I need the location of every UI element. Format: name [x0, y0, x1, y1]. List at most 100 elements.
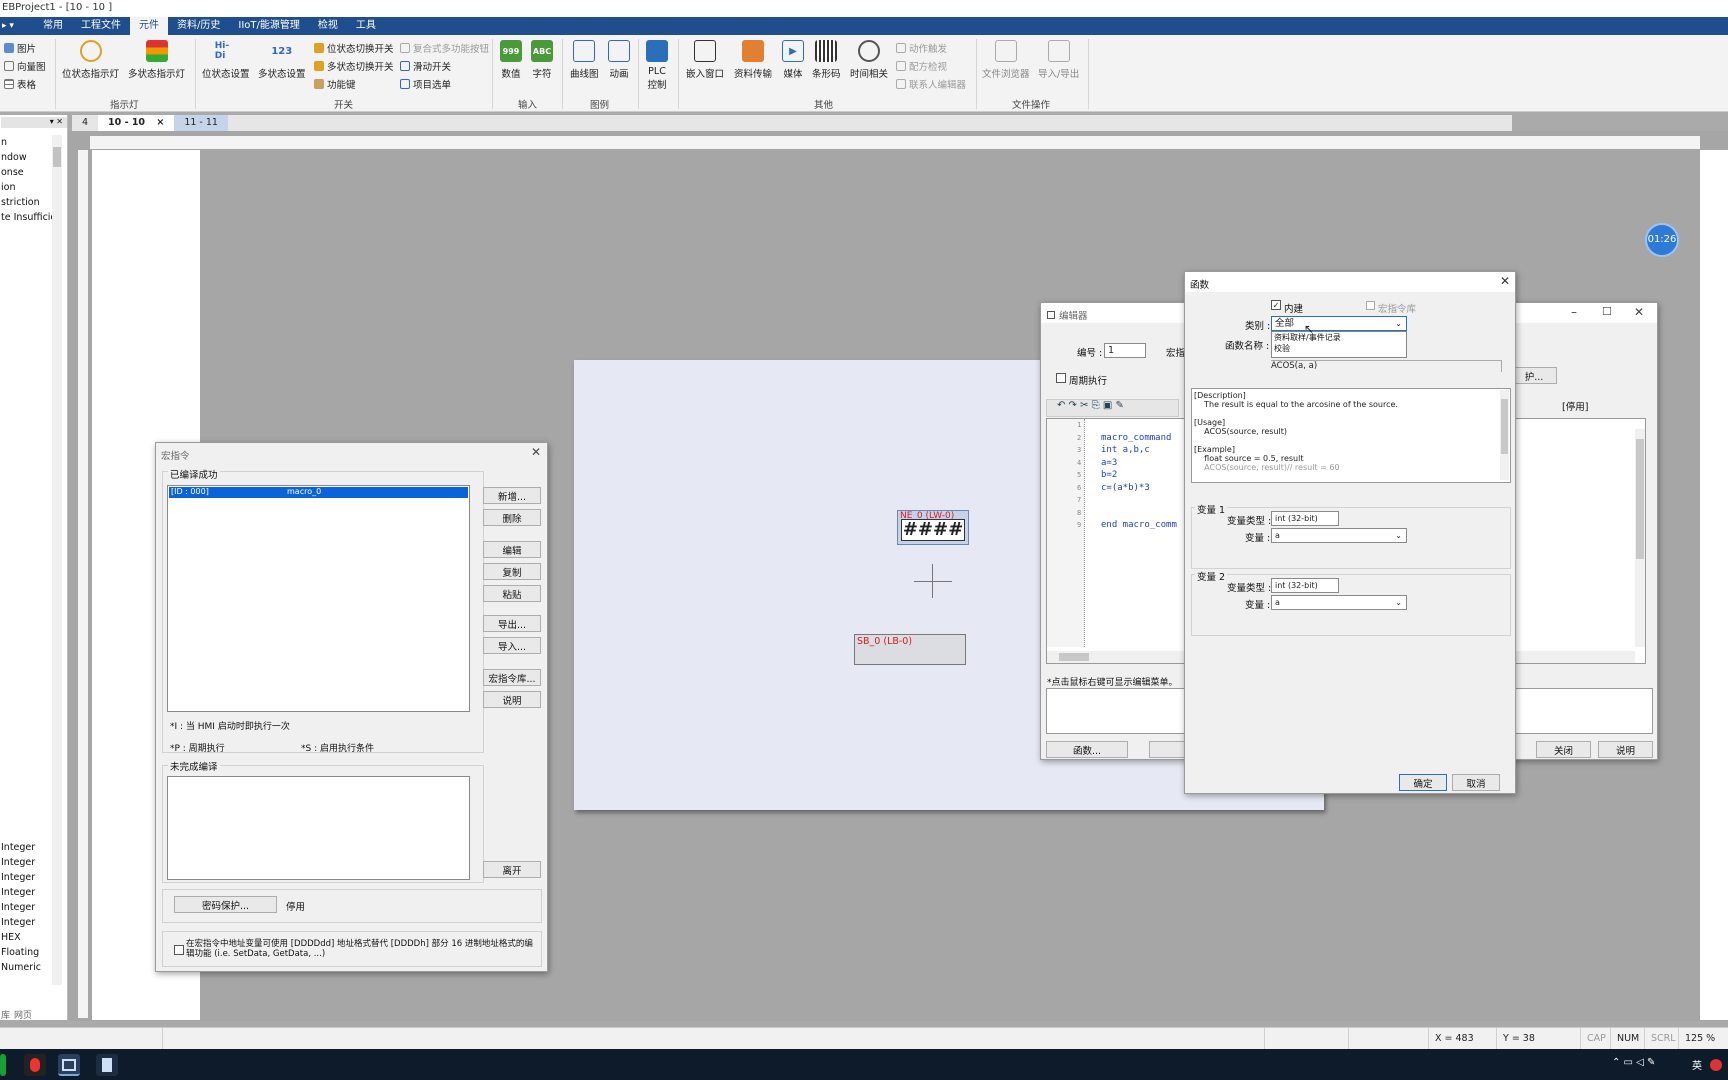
bit-set-button[interactable]: Hi-Di 位状态设置	[202, 40, 250, 80]
menu-iiot[interactable]: IIoT/能源管理	[229, 17, 309, 35]
zoom-level[interactable]: 125 %	[1678, 1028, 1728, 1050]
variable1-type[interactable]: int (32-bit)	[1271, 511, 1339, 526]
hidden-button[interactable]	[1149, 741, 1189, 758]
variable2-select[interactable]: a ⌄	[1271, 595, 1407, 610]
edit-button[interactable]: 编辑	[483, 541, 541, 558]
numeric-button[interactable]: 999 数值	[500, 40, 522, 80]
list-item[interactable]: HEX	[1, 932, 21, 943]
item-list-button[interactable]: 项目选单	[400, 77, 451, 91]
uncompiled-list[interactable]	[167, 776, 470, 880]
file-browser-button[interactable]: 文件浏览器	[982, 40, 1030, 80]
list-item[interactable]: [ID : 000] macro_0	[169, 487, 468, 498]
numeric-object[interactable]: NE_0 (LW-0) ####	[897, 510, 969, 545]
edit-toolbar[interactable]: ↶ ↷ ✂ ⎘ ▣ ✎	[1046, 399, 1179, 417]
cancel-button[interactable]: 取消	[1452, 774, 1500, 791]
scrollbar[interactable]	[52, 135, 62, 985]
panel-header[interactable]: ▾ ✕	[1, 117, 67, 128]
easybuilder-icon[interactable]	[58, 1054, 80, 1076]
list-item[interactable]: n	[1, 137, 7, 148]
barcode-button[interactable]: 条形码	[812, 40, 841, 80]
list-item[interactable]: Integer	[1, 887, 35, 898]
variable1-select[interactable]: a ⌄	[1271, 528, 1407, 543]
menu-tools[interactable]: 工具	[347, 17, 385, 35]
function-button[interactable]: 函数...	[1046, 741, 1128, 758]
close-icon[interactable]: ✕	[531, 445, 541, 459]
scrollbar-thumb[interactable]	[1501, 399, 1508, 454]
scrollbar-thumb[interactable]	[1059, 653, 1089, 661]
picture-button[interactable]: 图片	[4, 41, 36, 55]
plc-control-button[interactable]: PLC 控制	[642, 40, 672, 91]
periodic-checkbox[interactable]	[1056, 373, 1066, 383]
data-transfer-button[interactable]: 资料传输	[734, 40, 772, 80]
import-button[interactable]: 导入...	[483, 637, 541, 654]
notification-icon[interactable]	[1710, 1059, 1722, 1071]
switch-object[interactable]: SB_0 (LB-0)	[854, 634, 966, 665]
time-button[interactable]: 时间相关	[850, 40, 888, 80]
leave-button[interactable]: 离开	[483, 861, 541, 878]
contact-editor-button[interactable]: 联系人编辑器	[896, 77, 966, 91]
list-item[interactable]: Numeric	[1, 962, 41, 973]
panel-tab-library[interactable]: 库	[1, 1008, 10, 1021]
tab-prev[interactable]: 4	[72, 115, 98, 131]
builtin-checkbox[interactable]: ✓	[1271, 300, 1281, 310]
bit-switch-button[interactable]: 位状态切换开关	[314, 41, 394, 55]
list-item[interactable]: ion	[1, 182, 15, 193]
dropdown-option[interactable]: 校验	[1274, 343, 1290, 354]
new-button[interactable]: 新增...	[483, 487, 541, 504]
multi-switch-button[interactable]: 多状态切换开关	[314, 59, 394, 73]
variable2-type[interactable]: int (32-bit)	[1271, 578, 1339, 593]
address-format-checkbox[interactable]	[174, 945, 184, 955]
character-button[interactable]: ABC 字符	[531, 40, 553, 80]
tray-icons[interactable]: ⌃ ▭ ◁ ✎	[1612, 1057, 1655, 1068]
list-item[interactable]: Integer	[1, 872, 35, 883]
menu-view[interactable]: 检视	[309, 17, 347, 35]
close-icon[interactable]: ×	[156, 117, 164, 128]
menu-data-history[interactable]: 资料/历史	[168, 17, 229, 35]
list-item[interactable]: striction	[1, 197, 40, 208]
qq-icon[interactable]	[24, 1054, 46, 1076]
list-item[interactable]: Integer	[1, 902, 35, 913]
scrollbar-thumb[interactable]	[53, 147, 61, 167]
maximize-icon[interactable]: ☐	[1602, 305, 1612, 318]
animation-button[interactable]: 动画	[608, 40, 630, 80]
number-input[interactable]: 1	[1104, 343, 1146, 358]
ok-button[interactable]: 确定	[1399, 774, 1447, 791]
export-button[interactable]: 导出...	[483, 615, 541, 632]
combo-button[interactable]: 复合式多功能按钮	[400, 41, 489, 55]
recipe-view-button[interactable]: 配方检视	[896, 59, 947, 73]
menu-objects[interactable]: 元件	[130, 17, 168, 35]
copy-button[interactable]: 复制	[483, 563, 541, 580]
menu-project-file[interactable]: 工程文件	[72, 17, 130, 35]
multi-set-button[interactable]: 123 多状态设置	[258, 40, 306, 81]
function-key-button[interactable]: 功能键	[314, 77, 356, 91]
list-item[interactable]: ndow	[1, 152, 27, 163]
list-item[interactable]: Floating	[1, 947, 39, 958]
category-select[interactable]: 全部 ⌄	[1271, 316, 1407, 331]
scrollbar-thumb[interactable]	[1636, 439, 1644, 559]
tab-10[interactable]: 10 - 10 ×	[98, 115, 175, 131]
table-button[interactable]: 表格	[4, 77, 36, 91]
import-export-button[interactable]: 导入/导出	[1038, 40, 1079, 80]
bit-lamp-button[interactable]: 位状态指示灯	[62, 40, 119, 80]
close-icon[interactable]: ✕	[1500, 274, 1510, 288]
password-protect-button[interactable]: 密码保护...	[174, 896, 277, 913]
library-checkbox[interactable]	[1366, 301, 1375, 310]
start-icon[interactable]	[0, 1054, 6, 1076]
tab-11[interactable]: 11 - 11	[174, 115, 228, 131]
panel-tab-web[interactable]: 网页	[14, 1008, 32, 1021]
language-indicator[interactable]: 英	[1692, 1057, 1702, 1072]
calculator-icon[interactable]	[96, 1054, 118, 1076]
embed-window-button[interactable]: 嵌入窗口	[686, 40, 724, 80]
compiled-list[interactable]: [ID : 000] macro_0	[167, 485, 470, 712]
list-item[interactable]: onse	[1, 167, 24, 178]
paste-button[interactable]: 粘贴	[483, 585, 541, 602]
slide-switch-button[interactable]: 滑动开关	[400, 59, 451, 73]
close-button[interactable]: 关闭	[1536, 741, 1591, 758]
protect-button[interactable]: 护...	[1511, 367, 1557, 384]
action-trigger-button[interactable]: 动作触发	[896, 41, 947, 55]
menu-home[interactable]: 常用	[34, 17, 72, 35]
multi-lamp-button[interactable]: 多状态指示灯	[128, 40, 185, 80]
close-icon[interactable]: ✕	[1634, 305, 1644, 319]
delete-button[interactable]: 删除	[483, 509, 541, 526]
quick-access-toolbar[interactable]: ▸ ▾	[0, 21, 34, 31]
